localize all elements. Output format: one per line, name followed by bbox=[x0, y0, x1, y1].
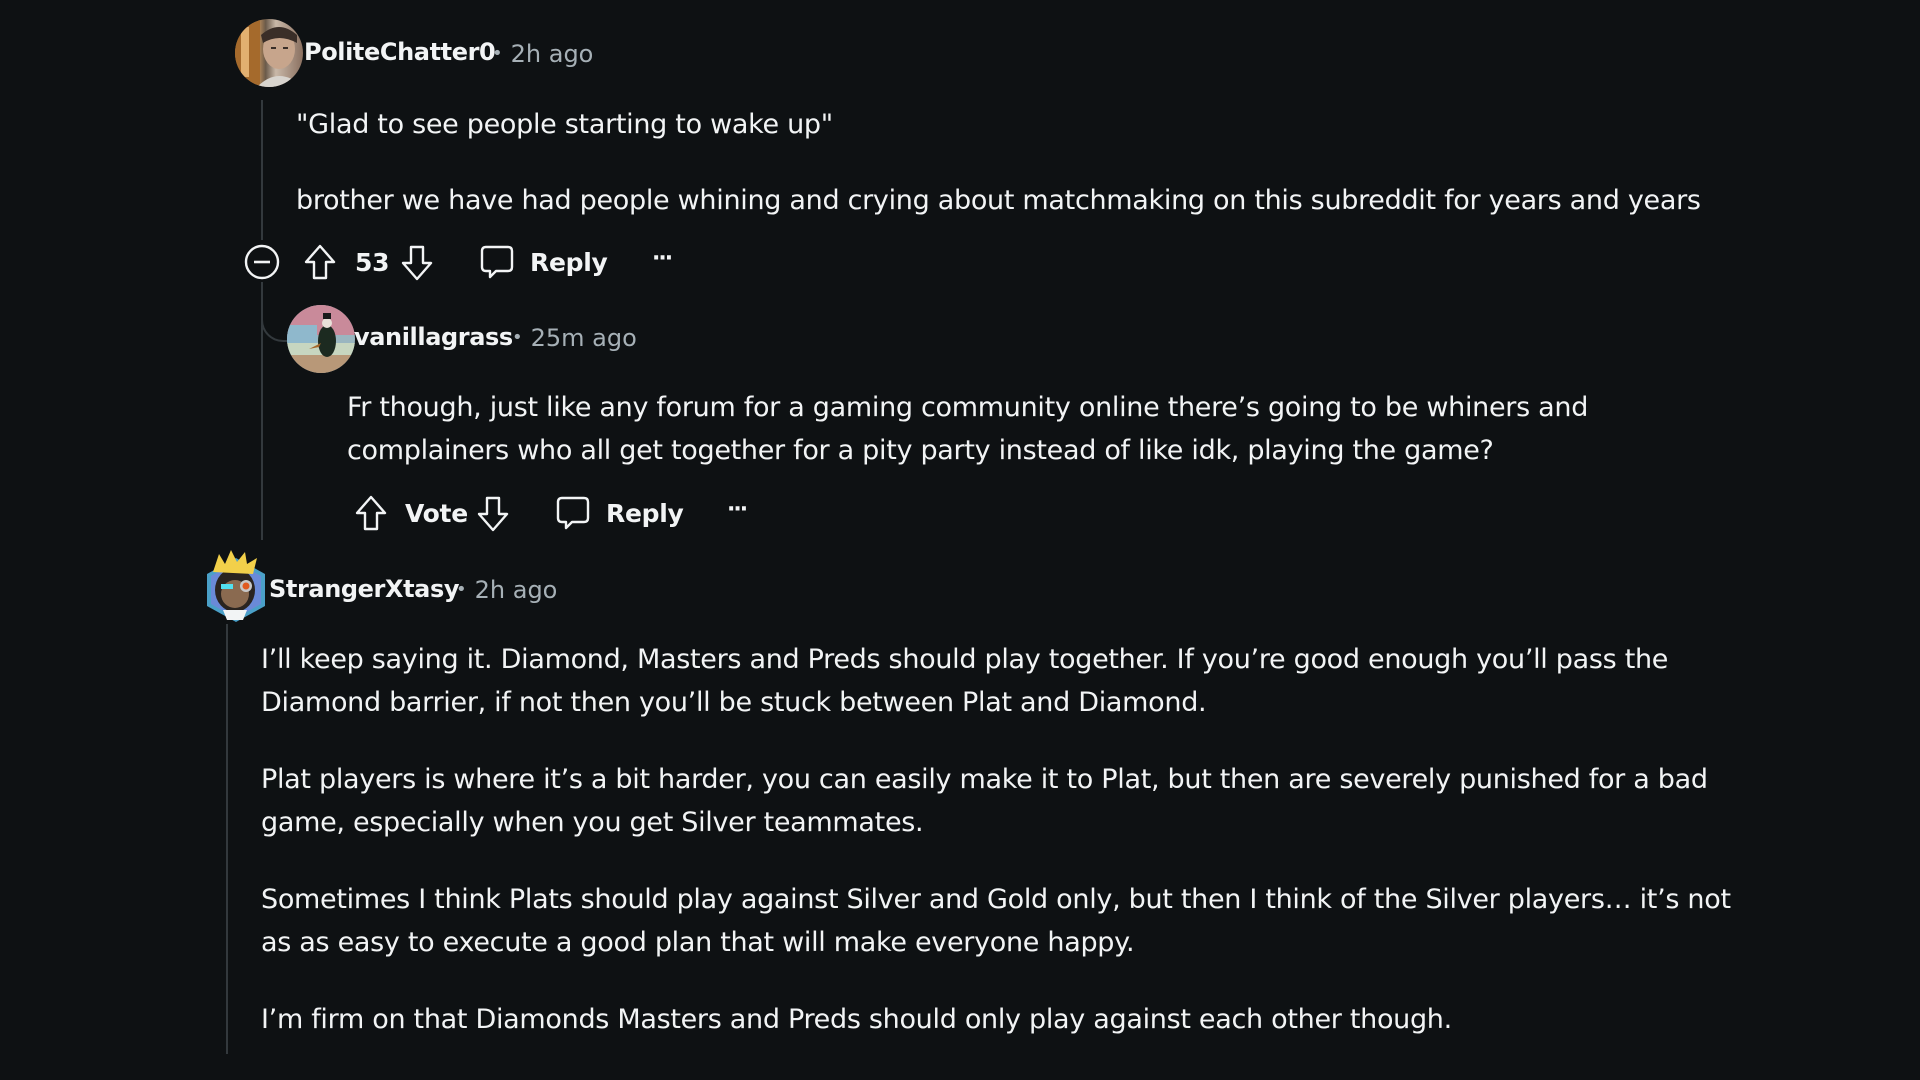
comment-body: "Glad to see people starting to wake up"… bbox=[296, 103, 1746, 222]
comment-timestamp: • 25m ago bbox=[512, 324, 637, 352]
comment-timestamp: • 2h ago bbox=[492, 40, 593, 68]
more-options-button[interactable]: ··· bbox=[727, 497, 748, 522]
avatar-strangerxtasy[interactable] bbox=[203, 550, 269, 622]
comment-timestamp: • 2h ago bbox=[456, 576, 557, 604]
thread-line[interactable] bbox=[261, 100, 263, 240]
comment-paragraph: "Glad to see people starting to wake up" bbox=[296, 109, 833, 140]
more-options-icon: ··· bbox=[652, 246, 673, 271]
comment-author[interactable]: vanillagrass bbox=[354, 323, 513, 351]
comment-paragraph: Plat players is where it’s a bit harder,… bbox=[261, 764, 1708, 838]
upvote-button[interactable] bbox=[303, 243, 337, 281]
downvote-arrow-icon bbox=[400, 244, 434, 282]
timestamp-text: 25m ago bbox=[530, 324, 637, 352]
downvote-button[interactable] bbox=[400, 244, 434, 282]
reply-button[interactable]: Reply bbox=[556, 495, 684, 531]
score-count: 53 bbox=[355, 248, 390, 277]
comment-paragraph: brother we have had people whining and c… bbox=[296, 185, 1701, 216]
downvote-arrow-icon bbox=[476, 495, 510, 533]
reply-button[interactable]: Reply bbox=[480, 244, 608, 280]
vote-label: Vote bbox=[405, 499, 468, 528]
comment-paragraph: I’ll keep saying it. Diamond, Masters an… bbox=[261, 644, 1669, 718]
comment-paragraph: Sometimes I think Plats should play agai… bbox=[261, 884, 1731, 958]
upvote-button[interactable] bbox=[354, 494, 388, 532]
comment-author[interactable]: PoliteChatter0 bbox=[304, 38, 496, 66]
upvote-arrow-icon bbox=[354, 494, 388, 532]
comment-paragraph: Fr though, just like any forum for a gam… bbox=[347, 392, 1589, 466]
comment-paragraph: I’m firm on that Diamonds Masters and Pr… bbox=[261, 1004, 1452, 1035]
comment-body: I’ll keep saying it. Diamond, Masters an… bbox=[261, 638, 1731, 1041]
vote-score: 53 bbox=[355, 248, 390, 277]
separator-dot: • bbox=[512, 326, 523, 348]
upvote-arrow-icon bbox=[303, 243, 337, 281]
collapse-minus-icon bbox=[244, 244, 280, 280]
more-options-icon: ··· bbox=[727, 497, 748, 522]
comment-bubble-icon bbox=[480, 244, 514, 280]
collapse-button[interactable] bbox=[244, 244, 280, 280]
reply-label: Reply bbox=[530, 247, 608, 277]
avatar-politechatter0[interactable] bbox=[235, 19, 303, 87]
comment-bubble-icon bbox=[556, 495, 590, 531]
comment-body: Fr though, just like any forum for a gam… bbox=[347, 386, 1627, 472]
more-options-button[interactable]: ··· bbox=[652, 246, 673, 271]
avatar-vanillagrass[interactable] bbox=[287, 305, 355, 373]
timestamp-text: 2h ago bbox=[474, 576, 558, 604]
separator-dot: • bbox=[492, 42, 503, 64]
downvote-button[interactable] bbox=[476, 495, 510, 533]
thread-line[interactable] bbox=[226, 624, 228, 1054]
timestamp-text: 2h ago bbox=[510, 40, 594, 68]
vote-score: Vote bbox=[405, 499, 468, 528]
comment-author[interactable]: StrangerXtasy bbox=[269, 575, 459, 603]
separator-dot: • bbox=[456, 578, 467, 600]
reply-label: Reply bbox=[606, 498, 684, 528]
